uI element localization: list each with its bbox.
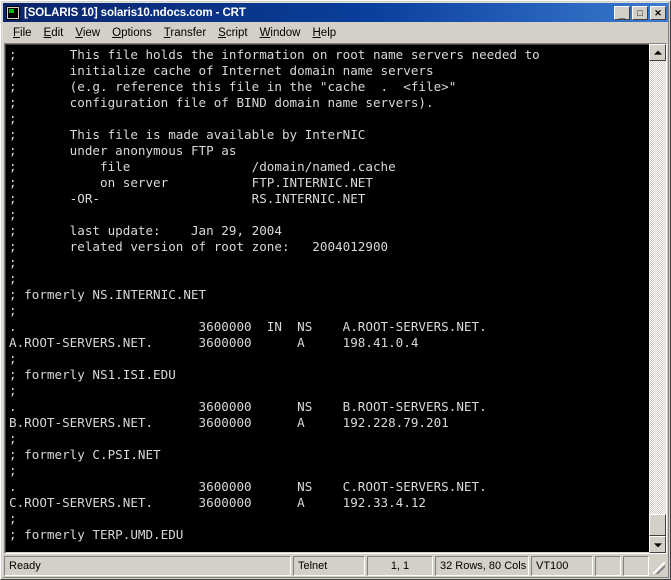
scrollbar-track[interactable] — [649, 61, 666, 536]
menu-item-file[interactable]: File — [7, 25, 38, 41]
menu-item-help[interactable]: Help — [306, 25, 342, 41]
terminal-line: ; -OR- RS.INTERNIC.NET — [9, 191, 366, 206]
menu-item-window[interactable]: Window — [254, 25, 307, 41]
terminal-line: ; — [9, 431, 17, 446]
close-button[interactable]: ✕ — [650, 5, 666, 20]
scroll-down-arrow-icon — [653, 542, 662, 547]
terminal-line: ; — [9, 111, 17, 126]
window-title: [SOLARIS 10] solaris10.ndocs.com - CRT — [24, 6, 246, 19]
status-extra-2 — [623, 556, 649, 576]
status-bar: Ready Telnet 1, 1 32 Rows, 80 Cols VT100 — [4, 556, 667, 576]
resize-grip[interactable] — [651, 556, 667, 576]
terminal-screen[interactable]: ; This file holds the information on roo… — [5, 44, 649, 553]
maximize-button[interactable]: □ — [632, 5, 648, 20]
terminal-line: ; under anonymous FTP as — [9, 143, 237, 158]
status-dimensions: 32 Rows, 80 Cols — [435, 556, 529, 576]
terminal-line: ; last update: Jan 29, 2004 — [9, 223, 282, 238]
terminal-line: B.ROOT-SERVERS.NET. 3600000 A 192.228.79… — [9, 415, 449, 430]
terminal-line: ; file /domain/named.cache — [9, 159, 396, 174]
terminal-scrollbar[interactable] — [649, 44, 666, 553]
scroll-down-button[interactable] — [649, 536, 666, 553]
terminal-line: C.ROOT-SERVERS.NET. 3600000 A 192.33.4.1… — [9, 495, 427, 510]
terminal-line: ; formerly NS.INTERNIC.NET — [9, 287, 207, 302]
terminal-line: ; — [9, 351, 17, 366]
terminal-frame: ; This file holds the information on roo… — [4, 43, 667, 554]
menu-item-script[interactable]: Script — [212, 25, 253, 41]
terminal-line: ; — [9, 303, 17, 318]
terminal-line: . 3600000 NS C.ROOT-SERVERS.NET. — [9, 479, 487, 494]
terminal-line: . 3600000 IN NS A.ROOT-SERVERS.NET. — [9, 319, 487, 334]
terminal-line: ; — [9, 255, 17, 270]
menu-bar: File Edit View Options Transfer Script W… — [3, 23, 668, 42]
terminal-line: ; initialize cache of Internet domain na… — [9, 63, 434, 78]
terminal-line: ; — [9, 511, 17, 526]
menu-item-transfer[interactable]: Transfer — [158, 25, 212, 41]
maximize-icon: □ — [637, 7, 643, 18]
menu-item-options[interactable]: Options — [106, 25, 158, 41]
status-message: Ready — [4, 556, 291, 576]
title-bar[interactable]: [SOLARIS 10] solaris10.ndocs.com - CRT _… — [3, 3, 668, 22]
caption-buttons: _ □ ✕ — [614, 5, 666, 20]
terminal-line: ; — [9, 463, 17, 478]
status-extra-1 — [595, 556, 621, 576]
scroll-up-arrow-icon — [653, 50, 662, 55]
terminal-line: ; formerly TERP.UMD.EDU — [9, 527, 184, 542]
scrollbar-thumb[interactable] — [649, 514, 666, 536]
terminal-line: ; — [9, 383, 17, 398]
terminal-icon — [6, 5, 20, 20]
terminal-line: ; This file holds the information on roo… — [9, 47, 540, 62]
terminal-line: ; formerly NS1.ISI.EDU — [9, 367, 176, 382]
terminal-line: ; — [9, 271, 17, 286]
terminal-line: . 3600000 NS B.ROOT-SERVERS.NET. — [9, 399, 487, 414]
terminal-line: ; configuration file of BIND domain name… — [9, 95, 434, 110]
terminal-line: A.ROOT-SERVERS.NET. 3600000 A 198.41.0.4 — [9, 335, 419, 350]
status-protocol: Telnet — [293, 556, 365, 576]
close-icon: ✕ — [654, 7, 662, 18]
scroll-up-button[interactable] — [649, 44, 666, 61]
minimize-icon: _ — [618, 7, 626, 20]
application-window: [SOLARIS 10] solaris10.ndocs.com - CRT _… — [0, 0, 671, 580]
terminal-line: ; related version of root zone: 20040129… — [9, 239, 389, 254]
terminal-line: ; formerly C.PSI.NET — [9, 447, 161, 462]
terminal-line: ; on server FTP.INTERNIC.NET — [9, 175, 373, 190]
menu-item-edit[interactable]: Edit — [38, 25, 70, 41]
minimize-button[interactable]: _ — [614, 5, 630, 20]
terminal-line: ; (e.g. reference this file in the "cach… — [9, 79, 457, 94]
terminal-line: ; — [9, 207, 17, 222]
status-cursor-position: 1, 1 — [367, 556, 433, 576]
resize-grip-icon — [653, 562, 665, 574]
status-emulation: VT100 — [531, 556, 593, 576]
menu-item-view[interactable]: View — [69, 25, 106, 41]
terminal-line: ; This file is made available by InterNI… — [9, 127, 366, 142]
